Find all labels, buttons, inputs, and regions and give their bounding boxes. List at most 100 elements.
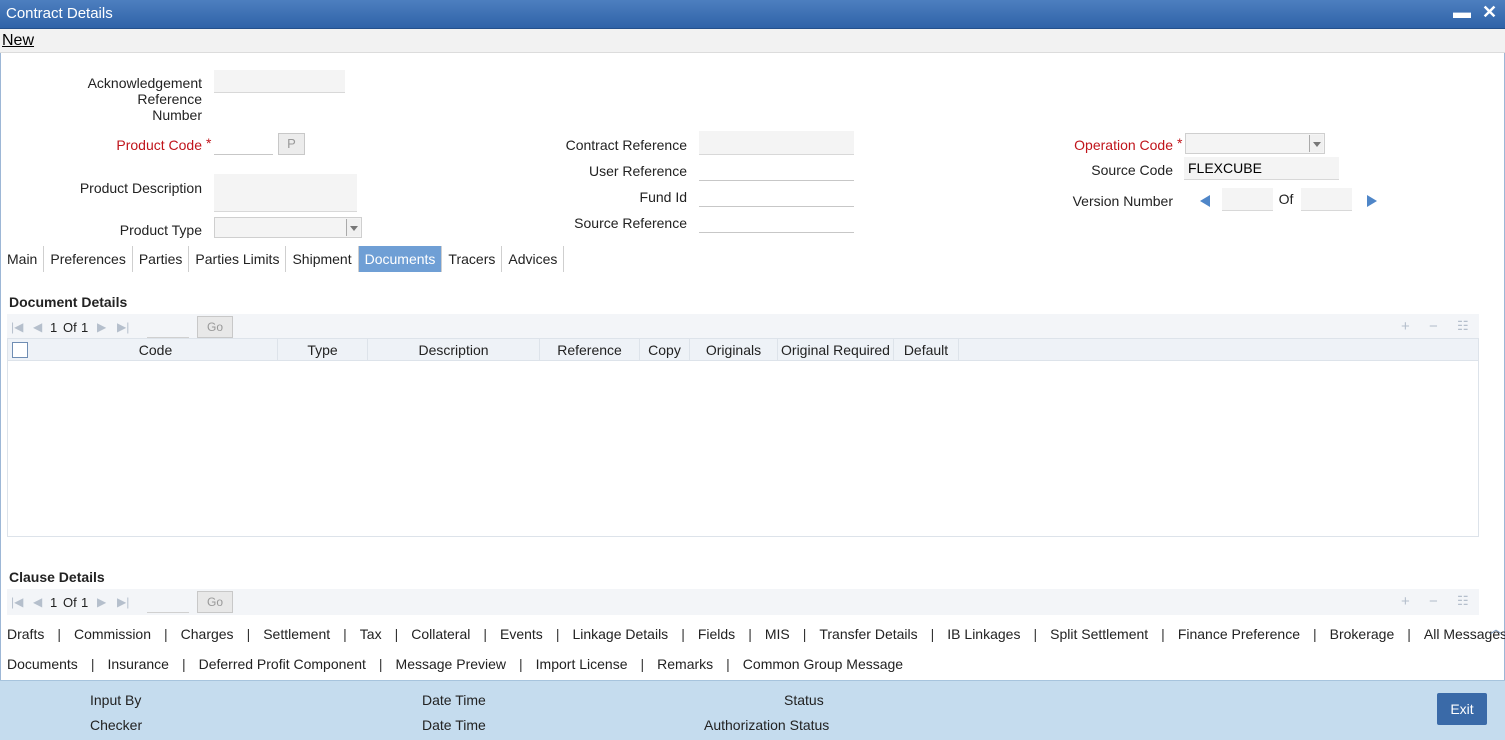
column-type[interactable]: Type bbox=[278, 339, 368, 361]
link-import-license[interactable]: Import License bbox=[536, 656, 628, 672]
link-documents[interactable]: Documents bbox=[7, 656, 78, 672]
operation-code-select[interactable] bbox=[1185, 133, 1325, 154]
contract-reference-input[interactable] bbox=[699, 131, 854, 155]
product-description-field bbox=[214, 174, 357, 212]
next-version-icon[interactable] bbox=[1367, 195, 1377, 207]
column-originals[interactable]: Originals bbox=[690, 339, 778, 361]
user-reference-label: User Reference bbox=[588, 163, 687, 179]
pager-total: 1 bbox=[81, 320, 89, 335]
last-page-icon[interactable]: ▶| bbox=[117, 595, 129, 609]
column-original-required[interactable]: Original Required bbox=[778, 339, 894, 361]
ack-ref-input[interactable] bbox=[214, 70, 345, 93]
column-default[interactable]: Default bbox=[894, 339, 959, 361]
exit-button[interactable]: Exit bbox=[1437, 693, 1487, 725]
last-page-icon[interactable]: ▶| bbox=[117, 320, 129, 334]
clause-pager: |◀ ◀ 1 Of 1 ▶ ▶| Go + − ☷ bbox=[7, 589, 1479, 615]
add-row-icon[interactable]: + bbox=[1401, 318, 1410, 335]
tab-preferences[interactable]: Preferences bbox=[44, 246, 133, 272]
column-code[interactable]: Code bbox=[34, 339, 278, 361]
clause-details-title: Clause Details bbox=[9, 569, 105, 585]
date-time-label-1: Date Time bbox=[422, 692, 486, 708]
prev-page-icon[interactable]: ◀ bbox=[33, 320, 42, 334]
document-grid: Code Type Description Reference Copy Ori… bbox=[7, 338, 1479, 537]
prev-page-icon[interactable]: ◀ bbox=[33, 595, 42, 609]
product-code-label: Product Code bbox=[116, 137, 202, 153]
page-number-input[interactable] bbox=[147, 318, 189, 338]
first-page-icon[interactable]: |◀ bbox=[11, 320, 23, 334]
first-page-icon[interactable]: |◀ bbox=[11, 595, 23, 609]
go-button[interactable]: Go bbox=[197, 591, 233, 613]
previous-version-icon[interactable] bbox=[1200, 195, 1210, 207]
link-collateral[interactable]: Collateral bbox=[411, 626, 470, 642]
view-rows-icon[interactable]: ☷ bbox=[1457, 318, 1469, 334]
link-transfer-details[interactable]: Transfer Details bbox=[819, 626, 917, 642]
source-reference-label: Source Reference bbox=[574, 215, 687, 231]
column-copy[interactable]: Copy bbox=[640, 339, 690, 361]
link-finance-preference[interactable]: Finance Preference bbox=[1178, 626, 1300, 642]
column-reference[interactable]: Reference bbox=[540, 339, 640, 361]
link-drafts[interactable]: Drafts bbox=[7, 626, 44, 642]
link-tax[interactable]: Tax bbox=[360, 626, 382, 642]
new-link[interactable]: New bbox=[2, 32, 34, 50]
operation-code-label: Operation Code bbox=[1074, 137, 1173, 153]
product-code-lov-button[interactable]: P bbox=[278, 133, 305, 155]
tab-main[interactable]: Main bbox=[1, 246, 45, 272]
tab-advices[interactable]: Advices bbox=[502, 246, 565, 272]
link-brokerage[interactable]: Brokerage bbox=[1330, 626, 1395, 642]
pager-of: Of bbox=[63, 595, 77, 610]
version-total-input[interactable] bbox=[1301, 188, 1352, 211]
document-grid-header: Code Type Description Reference Copy Ori… bbox=[8, 339, 1478, 361]
delete-row-icon[interactable]: − bbox=[1429, 593, 1438, 610]
link-remarks[interactable]: Remarks bbox=[657, 656, 713, 672]
delete-row-icon[interactable]: − bbox=[1429, 318, 1438, 335]
source-reference-input[interactable] bbox=[699, 211, 854, 233]
product-type-label: Product Type bbox=[119, 222, 202, 238]
link-fields[interactable]: Fields bbox=[698, 626, 735, 642]
status-label: Status bbox=[784, 692, 824, 708]
column-description[interactable]: Description bbox=[368, 339, 540, 361]
product-type-select[interactable] bbox=[214, 217, 362, 238]
window-title: Contract Details bbox=[6, 5, 113, 22]
tab-documents[interactable]: Documents bbox=[358, 246, 443, 272]
pager-of: Of bbox=[63, 320, 77, 335]
tab-parties[interactable]: Parties bbox=[133, 246, 190, 272]
link-commission[interactable]: Commission bbox=[74, 626, 151, 642]
link-common-group-message[interactable]: Common Group Message bbox=[743, 656, 903, 672]
product-description-label: Product Description bbox=[79, 180, 202, 196]
link-ib-linkages[interactable]: IB Linkages bbox=[947, 626, 1020, 642]
link-charges[interactable]: Charges bbox=[181, 626, 234, 642]
page-number-input[interactable] bbox=[147, 593, 189, 613]
link-mis[interactable]: MIS bbox=[765, 626, 790, 642]
go-button[interactable]: Go bbox=[197, 316, 233, 338]
tab-parties-limits[interactable]: Parties Limits bbox=[189, 246, 287, 272]
link-insurance[interactable]: Insurance bbox=[107, 656, 168, 672]
link-message-preview[interactable]: Message Preview bbox=[396, 656, 507, 672]
pager-total: 1 bbox=[81, 595, 89, 610]
next-page-icon[interactable]: ▶ bbox=[97, 320, 106, 334]
link-events[interactable]: Events bbox=[500, 626, 543, 642]
view-rows-icon[interactable]: ☷ bbox=[1457, 593, 1469, 609]
version-current-input[interactable] bbox=[1222, 188, 1273, 211]
link-settlement[interactable]: Settlement bbox=[263, 626, 330, 642]
ack-ref-label-line1: Acknowledgement Reference bbox=[87, 75, 202, 107]
minimize-icon[interactable]: ▬ bbox=[1453, 2, 1471, 23]
subscreen-links-row2: Documents | Insurance | Deferred Profit Comp… bbox=[7, 656, 904, 672]
tab-tracers[interactable]: Tracers bbox=[442, 246, 503, 272]
fund-id-label: Fund Id bbox=[639, 189, 687, 205]
fund-id-input[interactable] bbox=[699, 185, 854, 207]
product-code-input[interactable] bbox=[214, 133, 273, 155]
link-linkage-details[interactable]: Linkage Details bbox=[572, 626, 668, 642]
version-number-label: Version Number bbox=[1072, 193, 1173, 209]
user-reference-input[interactable] bbox=[699, 159, 854, 181]
add-row-icon[interactable]: + bbox=[1401, 593, 1410, 610]
ack-ref-label: Acknowledgement Reference Number bbox=[20, 75, 202, 123]
scroll-up-icon[interactable]: ︿ bbox=[1490, 620, 1502, 637]
input-by-label: Input By bbox=[90, 692, 142, 708]
next-page-icon[interactable]: ▶ bbox=[97, 595, 106, 609]
select-all-checkbox[interactable] bbox=[12, 342, 28, 358]
link-deferred-profit-component[interactable]: Deferred Profit Component bbox=[199, 656, 366, 672]
date-time-label-2: Date Time bbox=[422, 717, 486, 733]
tab-shipment[interactable]: Shipment bbox=[286, 246, 359, 272]
link-split-settlement[interactable]: Split Settlement bbox=[1050, 626, 1148, 642]
close-icon[interactable]: ✕ bbox=[1482, 2, 1497, 23]
